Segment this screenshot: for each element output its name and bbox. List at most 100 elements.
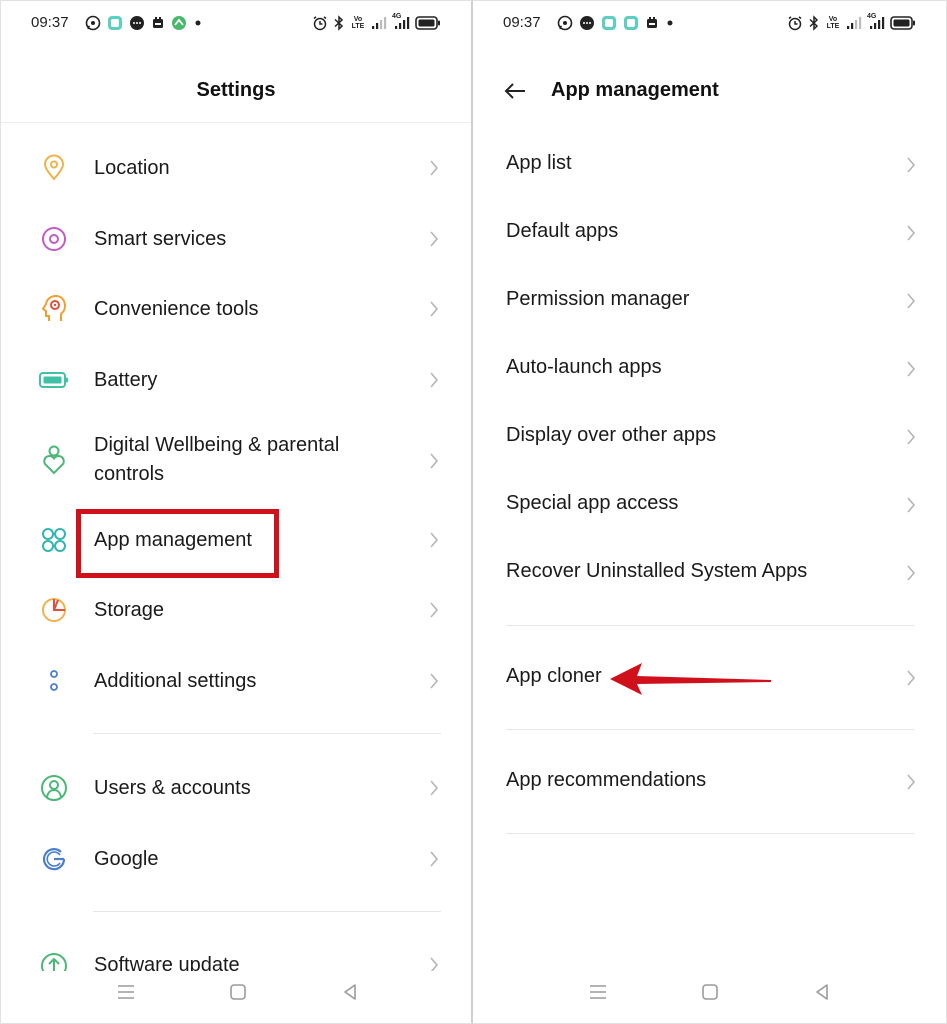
app-management-item-recover-uninstalled[interactable]: Recover Uninstalled System Apps	[473, 555, 946, 595]
google-icon	[39, 844, 69, 874]
home-icon[interactable]	[699, 981, 721, 1003]
app-management-item-display-over[interactable]: Display over other apps	[473, 419, 946, 459]
menu-icon[interactable]	[587, 981, 609, 1003]
users-accounts-icon	[39, 773, 69, 803]
app-management-item-label: Default apps	[506, 220, 619, 242]
chevron-right-icon	[427, 530, 441, 550]
status-time: 09:37	[503, 14, 541, 31]
app-management-screen: 09:37 Vo LTE 4G App management App list …	[473, 0, 947, 1024]
chevron-right-icon	[427, 671, 441, 691]
menu-icon[interactable]	[115, 981, 137, 1003]
chevron-right-icon	[904, 495, 918, 515]
app-management-item-label: Special app access	[506, 492, 679, 514]
section-divider	[506, 833, 914, 834]
section-divider	[506, 729, 914, 730]
settings-item-location[interactable]: Location	[1, 153, 471, 183]
signal-4g-icon: 4G	[392, 13, 410, 32]
chevron-right-icon	[904, 155, 918, 175]
app-management-item-label: Recover Uninstalled System Apps	[506, 560, 808, 582]
page-title: App management	[551, 79, 719, 101]
smart-services-icon	[39, 224, 69, 254]
settings-item-smart-services[interactable]: Smart services	[1, 224, 471, 254]
chevron-right-icon	[427, 299, 441, 319]
page-title: Settings	[196, 79, 276, 101]
signal-icon	[846, 14, 862, 32]
bluetooth-icon	[333, 14, 345, 32]
app-management-item-app-list[interactable]: App list	[473, 147, 946, 187]
settings-item-google[interactable]: Google	[1, 844, 471, 874]
meet-icon	[601, 14, 617, 32]
app-management-item-label: App recommendations	[506, 769, 707, 791]
annotation-arrow-icon	[610, 663, 771, 695]
storage-icon	[39, 595, 69, 625]
settings-item-label: Location	[94, 156, 170, 179]
meet-icon	[623, 14, 639, 32]
section-divider	[506, 625, 914, 626]
chat-icon	[579, 14, 595, 32]
notification-dot-icon	[193, 14, 203, 32]
settings-item-digital-wellbeing[interactable]: Digital Wellbeing & parental controls	[1, 429, 471, 493]
additional-settings-icon	[39, 666, 69, 696]
bluetooth-icon	[808, 14, 820, 32]
highlight-box	[76, 509, 279, 578]
notification-dot-icon	[665, 14, 675, 32]
volte-label: Vo LTE	[351, 16, 365, 30]
settings-item-label: Smart services	[94, 227, 227, 250]
status-time: 09:37	[31, 14, 69, 31]
chevron-right-icon	[904, 223, 918, 243]
chevron-right-icon	[904, 563, 918, 583]
app-management-item-app-recommendations[interactable]: App recommendations	[473, 764, 946, 804]
gallery-icon	[151, 14, 165, 32]
volte-label: Vo LTE	[826, 16, 840, 30]
signal-icon	[371, 14, 387, 32]
chevron-right-icon	[904, 668, 918, 688]
section-divider	[93, 911, 441, 912]
vpn-icon	[171, 14, 187, 32]
settings-item-label: Additional settings	[94, 669, 257, 692]
chevron-right-icon	[904, 291, 918, 311]
app-management-item-auto-launch[interactable]: Auto-launch apps	[473, 351, 946, 391]
settings-item-storage[interactable]: Storage	[1, 595, 471, 625]
app-management-item-label: Display over other apps	[506, 424, 717, 446]
app-management-item-permission-manager[interactable]: Permission manager	[473, 283, 946, 323]
battery-status-icon	[890, 14, 916, 32]
app-management-item-label: App list	[506, 152, 572, 174]
gallery-icon	[645, 14, 659, 32]
chevron-right-icon	[904, 772, 918, 792]
settings-item-label: Digital Wellbeing & parental controls	[94, 434, 340, 485]
battery-icon	[39, 365, 69, 395]
settings-item-label: Convenience tools	[94, 297, 259, 320]
chevron-right-icon	[427, 451, 441, 471]
settings-item-battery[interactable]: Battery	[1, 365, 471, 395]
navigation-bar	[473, 961, 946, 1023]
settings-item-label: Battery	[94, 368, 158, 391]
settings-item-label: Users & accounts	[94, 776, 251, 799]
chevron-right-icon	[427, 158, 441, 178]
settings-screen: 09:37 Vo LTE 4G Settings Location Smart …	[0, 0, 473, 1024]
back-arrow-icon[interactable]	[503, 79, 529, 103]
location-icon	[39, 153, 69, 183]
chevron-right-icon	[427, 370, 441, 390]
wellbeing-icon	[39, 445, 69, 475]
chevron-right-icon	[904, 427, 918, 447]
settings-item-users-accounts[interactable]: Users & accounts	[1, 773, 471, 803]
settings-item-convenience-tools[interactable]: Convenience tools	[1, 294, 471, 324]
alarm-icon	[312, 14, 328, 32]
app-management-item-label: Permission manager	[506, 288, 690, 310]
app-management-item-special-access[interactable]: Special app access	[473, 487, 946, 527]
app-management-item-default-apps[interactable]: Default apps	[473, 215, 946, 255]
navigation-bar	[1, 961, 471, 1023]
app-management-item-label: App cloner	[506, 665, 602, 687]
battery-status-icon	[415, 14, 441, 32]
back-nav-icon[interactable]	[339, 981, 361, 1003]
settings-item-label: Google	[94, 847, 159, 870]
back-nav-icon[interactable]	[811, 981, 833, 1003]
signal-4g-icon: 4G	[867, 13, 885, 32]
header-divider	[1, 122, 471, 123]
status-bar: 09:37 Vo LTE 4G	[1, 1, 471, 45]
chevron-right-icon	[427, 778, 441, 798]
chevron-right-icon	[427, 849, 441, 869]
convenience-tools-icon	[39, 294, 69, 324]
home-icon[interactable]	[227, 981, 249, 1003]
settings-item-additional-settings[interactable]: Additional settings	[1, 666, 471, 696]
